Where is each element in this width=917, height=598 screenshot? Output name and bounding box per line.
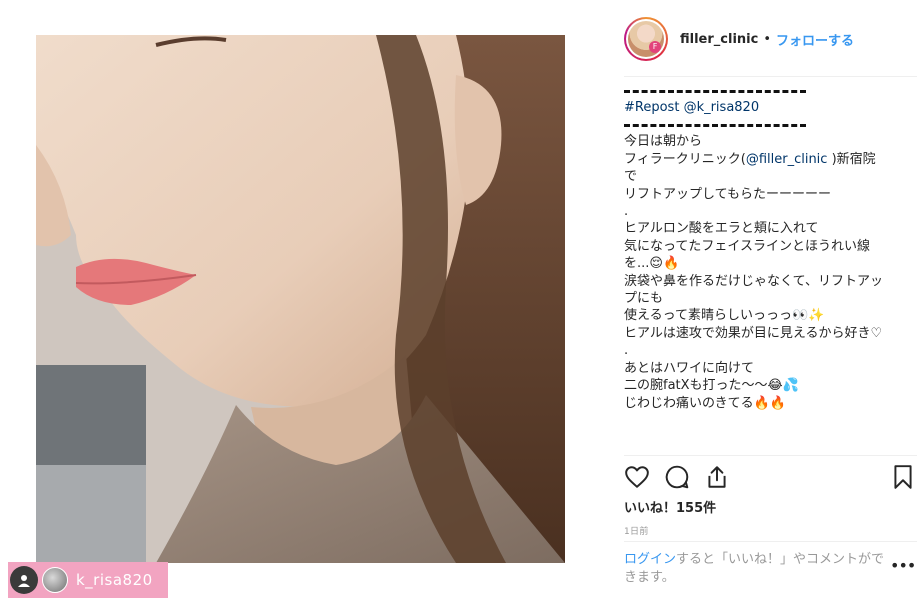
caption-line: で bbox=[624, 169, 638, 185]
mention-link[interactable]: @k_risa820 bbox=[684, 100, 760, 115]
caption-line: 涙袋や鼻を作るだけじゃなくて、リフトアップにも bbox=[624, 273, 883, 307]
login-prompt: ログインすると「いいね！」やコメントができます。 bbox=[624, 551, 889, 587]
caption-line: 気になってたフェイスラインとほうれい線を...😌🔥 bbox=[624, 238, 870, 272]
post-actions bbox=[624, 462, 917, 494]
caption-line: あとはハワイに向けて bbox=[624, 360, 755, 376]
header-divider bbox=[624, 76, 917, 77]
tagged-user-avatar bbox=[42, 567, 68, 593]
post-photo-illustration bbox=[36, 35, 565, 563]
tagged-username: k_risa820 bbox=[76, 571, 153, 589]
mention-link[interactable]: @filler_clinic bbox=[746, 152, 828, 167]
caption-line: . bbox=[624, 343, 629, 359]
caption-repost-line: #Repost @k_risa820 bbox=[624, 99, 894, 116]
repost-user-icon bbox=[10, 566, 38, 594]
bookmark-icon[interactable] bbox=[890, 464, 916, 490]
post-username[interactable]: filler_clinic bbox=[680, 32, 758, 47]
follow-button[interactable]: フォローする bbox=[776, 30, 854, 49]
tagged-user-badge[interactable]: k_risa820 bbox=[8, 562, 168, 598]
caption-line: ヒアルロン酸をエラと頬に入れて bbox=[624, 221, 819, 237]
caption-dash-line bbox=[624, 82, 894, 99]
heart-icon[interactable] bbox=[624, 464, 650, 490]
caption-line: 今日は朝から bbox=[624, 134, 703, 150]
caption-line: じわじわ痛いのきてる🔥🔥 bbox=[624, 395, 786, 411]
comment-bubble-icon[interactable] bbox=[664, 464, 690, 490]
post-caption: #Repost @k_risa820 今日は朝から フィラークリニック(@fil… bbox=[624, 82, 894, 412]
actions-divider bbox=[624, 455, 917, 456]
caption-line: 二の腕fatXも打った〜〜😂💦 bbox=[624, 378, 799, 394]
post-header: F filler_clinic • フォローする bbox=[624, 15, 917, 63]
caption-line: . bbox=[624, 204, 629, 220]
caption-dash-line bbox=[624, 116, 894, 133]
clinic-logo-icon: F bbox=[649, 41, 661, 53]
login-link[interactable]: ログイン bbox=[624, 552, 676, 567]
hashtag-link[interactable]: #Repost bbox=[624, 100, 679, 115]
footer-divider bbox=[624, 541, 917, 542]
share-icon[interactable] bbox=[704, 464, 730, 490]
more-options-icon[interactable]: ••• bbox=[890, 556, 916, 575]
caption-line: ヒアルは速攻で効果が目に見えるから好き♡ bbox=[624, 325, 883, 341]
avatar[interactable]: F bbox=[624, 17, 668, 61]
caption-line: フィラークリニック(@filler_clinic )新宿院 bbox=[624, 151, 876, 167]
post-photo[interactable] bbox=[36, 35, 565, 563]
post-timestamp[interactable]: 1日前 bbox=[624, 524, 649, 537]
caption-line: 使えるって素晴らしいっっっ👀✨ bbox=[624, 308, 825, 324]
like-count[interactable]: いいね！155件 bbox=[624, 497, 716, 516]
separator-dot: • bbox=[763, 31, 771, 47]
caption-line: リフトアップしてもらたーーーーー bbox=[624, 186, 831, 202]
